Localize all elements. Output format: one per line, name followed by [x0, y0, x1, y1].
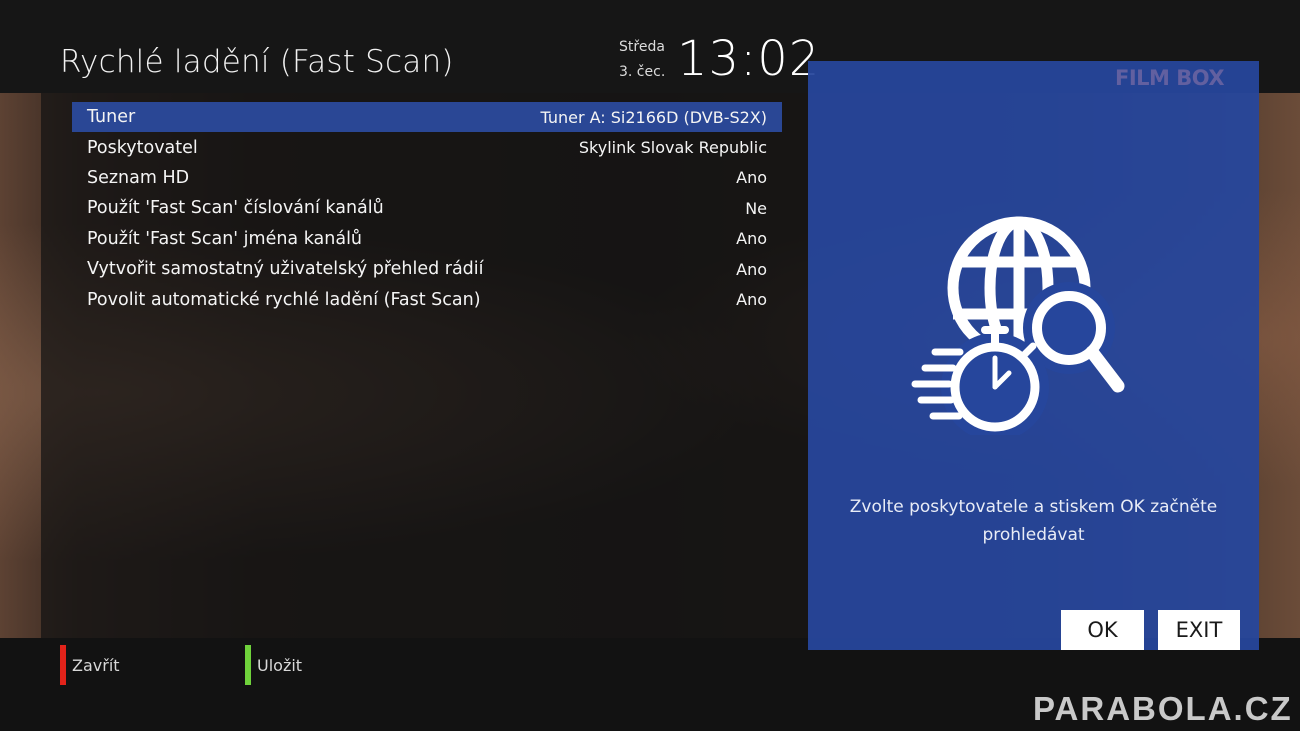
setting-value: Tuner A: Si2166D (DVB-S2X): [540, 107, 767, 127]
setting-row-auto-fast-scan[interactable]: Povolit automatické rychlé ladění (Fast …: [72, 284, 782, 314]
setting-value: Ano: [736, 259, 767, 279]
fast-scan-globe-stopwatch-icon: [911, 216, 1125, 435]
setting-label: Použít 'Fast Scan' číslování kanálů: [87, 198, 384, 219]
setting-value: Ne: [745, 198, 767, 218]
page-title: Rychlé ladění (Fast Scan): [60, 44, 454, 80]
clock: 13:02: [677, 31, 821, 87]
setting-row-provider[interactable]: Poskytovatel Skylink Slovak Republic: [72, 132, 782, 162]
setting-row-radio-bouquet[interactable]: Vytvořit samostatný uživatelský přehled …: [72, 254, 782, 284]
exit-button[interactable]: EXIT: [1158, 610, 1240, 650]
setting-label: Vytvořit samostatný uživatelský přehled …: [87, 259, 484, 280]
setting-label: Poskytovatel: [87, 137, 198, 158]
green-key-save[interactable]: Uložit: [245, 645, 302, 685]
red-key-indicator: [60, 645, 66, 685]
channel-logo: FILM BOX: [1115, 66, 1225, 90]
setting-row-tuner[interactable]: Tuner Tuner A: Si2166D (DVB-S2X): [72, 102, 782, 133]
green-key-label: Uložit: [257, 655, 303, 675]
setting-label: Seznam HD: [87, 167, 190, 188]
red-key-label: Zavřít: [72, 655, 120, 675]
setting-label: Tuner: [87, 107, 136, 128]
info-message-line-2: prohledávat: [982, 525, 1085, 545]
setting-value: Skylink Slovak Republic: [578, 138, 767, 158]
green-key-indicator: [245, 645, 251, 685]
setting-row-channel-names[interactable]: Použít 'Fast Scan' jména kanálů Ano: [72, 224, 782, 254]
info-message: Zvolte poskytovatele a stiskem OK začnět…: [808, 493, 1259, 549]
date-weekday: Středa: [619, 39, 665, 55]
info-message-line-1: Zvolte poskytovatele a stiskem OK začnět…: [849, 497, 1218, 517]
setting-row-hd-list[interactable]: Seznam HD Ano: [72, 163, 782, 193]
ok-button[interactable]: OK: [1061, 610, 1144, 650]
setting-label: Použít 'Fast Scan' jména kanálů: [87, 228, 363, 249]
date-day-month: 3. čec.: [619, 64, 666, 80]
setting-value: Ano: [736, 290, 767, 310]
red-key-close[interactable]: Zavřít: [60, 645, 120, 685]
setting-value: Ano: [736, 229, 767, 249]
watermark: PARABOLA.CZ: [1033, 690, 1293, 727]
setting-label: Povolit automatické rychlé ladění (Fast …: [87, 289, 481, 310]
setting-value: Ano: [736, 168, 767, 188]
setting-row-channel-numbering[interactable]: Použít 'Fast Scan' číslování kanálů Ne: [72, 193, 782, 223]
settings-list: Tuner Tuner A: Si2166D (DVB-S2X) Poskyto…: [72, 102, 782, 315]
